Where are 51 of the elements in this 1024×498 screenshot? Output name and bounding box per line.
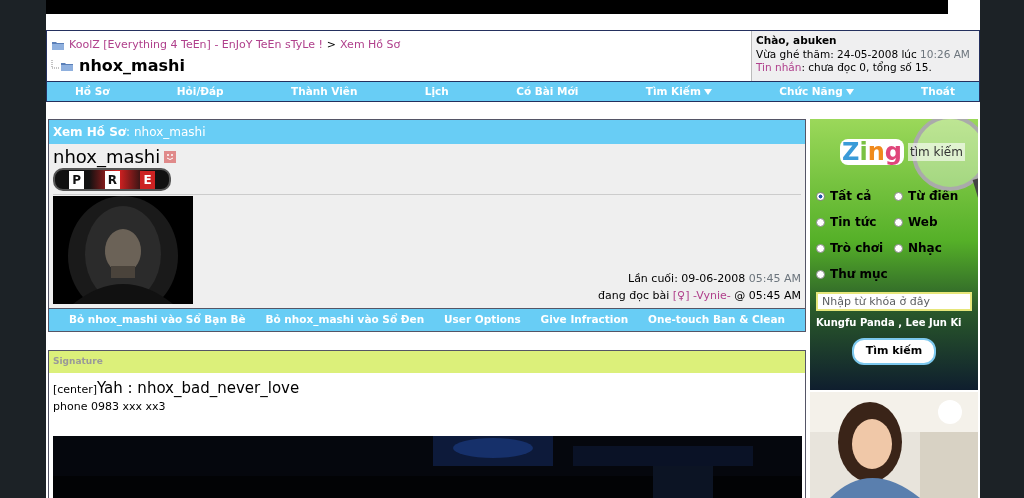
breadcrumb-separator: > <box>326 37 337 53</box>
gender-mark: [♀] <box>672 288 690 302</box>
zing-logo: Zing <box>840 138 904 166</box>
radio-option[interactable]: Tin tức <box>816 209 894 236</box>
tree-folder-icon <box>51 59 75 72</box>
breadcrumb-link[interactable]: Xem Hồ Sơ <box>340 37 401 54</box>
last-active-text: Lần cuối: 09-06-2008 <box>628 272 746 286</box>
reading-time: @ 05:45 AM <box>734 288 801 302</box>
nav-link[interactable]: Tìm Kiếm <box>645 84 701 97</box>
profile-username: nhox_mashi <box>53 148 161 167</box>
radio-option[interactable]: Tất cả <box>816 183 894 210</box>
reading-text: đang đọc bài <box>598 288 670 302</box>
profile-action-link[interactable]: Bỏ nhox_mashi vào Sổ Bạn Bè <box>69 312 246 328</box>
profile-action-link[interactable]: One-touch Ban & Clean <box>648 312 785 328</box>
nav-link[interactable]: Thoát <box>921 84 955 97</box>
nav-link[interactable]: Hỏi/Đáp <box>176 84 224 97</box>
signature-header: Signature <box>49 351 805 373</box>
logo-subtitle: tìm kiếm <box>907 143 965 162</box>
user-link[interactable]: -Vynie- <box>692 288 731 302</box>
nav-link[interactable]: Hồ Sơ <box>75 84 110 97</box>
rank-letter: R <box>104 170 120 189</box>
bbcode-tag: [center] <box>53 382 97 396</box>
page-title: nhox_mashi <box>79 54 185 77</box>
folder-icon <box>51 39 65 51</box>
profile-action-link[interactable]: User Options <box>444 312 521 328</box>
last-visit-time: 10:26 AM <box>920 47 970 60</box>
signature-phone: phone 0983 xxx xx3 <box>53 399 167 415</box>
search-button[interactable]: Tìm kiếm <box>851 338 937 365</box>
panel-username: : nhox_mashi <box>126 125 206 140</box>
nav-link[interactable]: Chức Năng <box>779 84 843 97</box>
search-field[interactable]: Nhập từ khóa ở đây <box>816 292 972 312</box>
smiley-icon <box>164 151 177 164</box>
radio-option[interactable]: Từ điển <box>894 183 972 210</box>
messages-text: : chưa đọc 0, tổng số 15. <box>801 61 932 74</box>
breadcrumb-link[interactable]: KoolZ [Everything 4 TeEn] - EnJoY TeEn sTyLe ! <box>69 37 323 54</box>
radio-option[interactable]: Web <box>894 209 972 236</box>
radio-option[interactable]: Nhạc <box>894 235 972 262</box>
nav-link[interactable]: Lịch <box>424 84 449 97</box>
rank-letter: E <box>140 170 155 189</box>
last-active-time: 05:45 AM <box>748 272 801 286</box>
radio-option[interactable]: Thư mục <box>816 261 894 288</box>
profile-action-link[interactable]: Bỏ nhox_mashi vào Sổ Đen <box>265 312 425 328</box>
signature-title: Yah : nhox_bad_never_love <box>97 378 300 397</box>
profile-action-link[interactable]: Give Infraction <box>540 312 629 328</box>
nav-link[interactable]: Thành Viên <box>291 84 358 97</box>
greeting-text: Chào, abuken <box>756 34 838 48</box>
nav-link[interactable]: Có Bài Mới <box>516 84 579 97</box>
last-visit-text: Vừa ghé thăm: 24-05-2008 lúc <box>756 47 917 60</box>
hot-keywords: Kungfu Panda , Lee Jun Ki <box>816 316 963 331</box>
rank-letter: P <box>69 170 85 189</box>
radio-option[interactable]: Trò chơi <box>816 235 894 262</box>
